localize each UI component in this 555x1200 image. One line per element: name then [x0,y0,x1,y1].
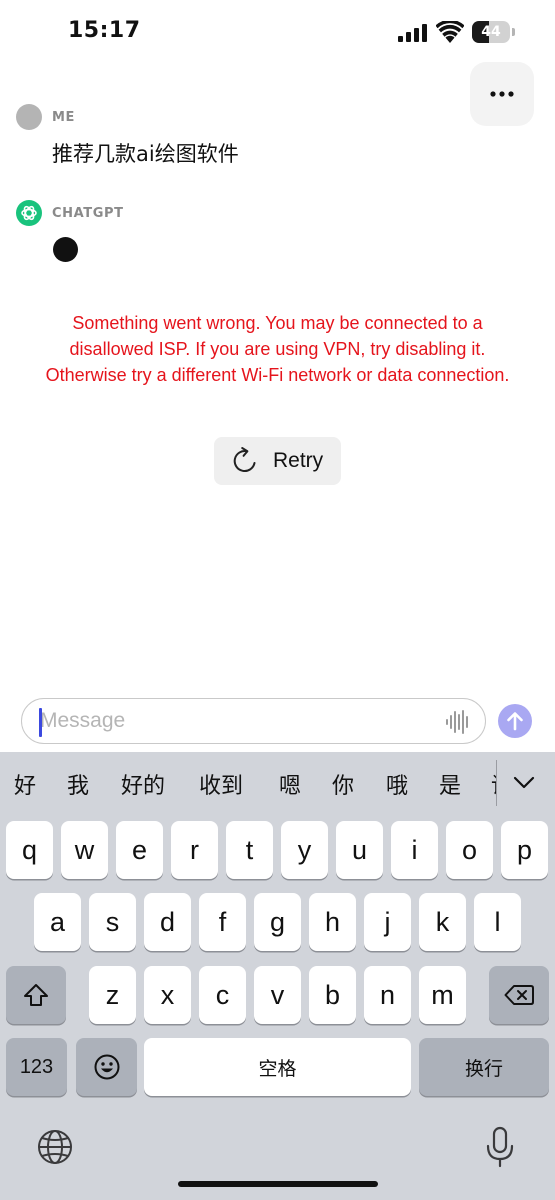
openai-logo-icon [16,200,42,226]
key-i[interactable]: i [391,821,438,879]
key-p[interactable]: p [501,821,548,879]
more-options-button[interactable] [470,62,534,126]
status-bar: 15:17 44 [0,0,555,64]
retry-button[interactable]: Retry [214,437,341,485]
key-o[interactable]: o [446,821,493,879]
candidate-item[interactable]: 你 [332,768,354,800]
key-h[interactable]: h [309,893,356,951]
battery-indicator: 44 [472,21,516,43]
key-l[interactable]: l [474,893,521,951]
user-sender-label: ME [52,110,76,125]
candidate-item[interactable]: 好的 [121,768,165,800]
microphone-icon[interactable] [484,1126,516,1168]
retry-label: Retry [273,449,324,472]
waveform-icon[interactable] [445,709,471,735]
message-composer [21,698,486,744]
user-message-text: 推荐几款ai绘图软件 [52,142,239,166]
key-m[interactable]: m [419,966,466,1024]
key-s[interactable]: s [89,893,136,951]
key-y[interactable]: y [281,821,328,879]
candidate-item[interactable]: 好 [14,768,36,800]
key-v[interactable]: v [254,966,301,1024]
user-avatar [16,104,42,130]
backspace-icon [504,985,534,1005]
space-key[interactable]: 空格 [144,1038,411,1096]
wifi-icon [436,21,464,43]
key-a[interactable]: a [34,893,81,951]
key-k[interactable]: k [419,893,466,951]
candidate-item[interactable]: 我 [67,768,89,800]
candidate-item[interactable]: 是 [439,768,461,800]
status-time: 15:17 [68,18,141,43]
ellipsis-icon [490,91,514,97]
keyboard: 好 我 好的 收到 嗯 你 哦 是 请 q w e r t y u i o p … [0,752,555,1200]
candidate-item[interactable]: 哦 [386,768,408,800]
key-q[interactable]: q [6,821,53,879]
home-indicator [178,1181,378,1187]
key-n[interactable]: n [364,966,411,1024]
key-c[interactable]: c [199,966,246,1024]
arrow-up-icon [507,712,523,731]
assistant-sender-label: CHATGPT [52,206,124,221]
return-key[interactable]: 换行 [419,1038,549,1096]
key-r[interactable]: r [171,821,218,879]
key-e[interactable]: e [116,821,163,879]
key-u[interactable]: u [336,821,383,879]
candidate-item[interactable]: 嗯 [279,768,301,800]
chevron-down-icon[interactable] [512,770,536,794]
typing-indicator [53,237,78,262]
battery-level: 44 [481,24,501,40]
delete-key[interactable] [489,966,549,1024]
send-button[interactable] [498,704,532,738]
key-g[interactable]: g [254,893,301,951]
message-input[interactable] [40,704,440,738]
shift-key[interactable] [6,966,66,1024]
globe-icon[interactable] [36,1128,74,1166]
cellular-signal-icon [398,24,427,42]
emoji-icon [94,1054,119,1080]
refresh-icon [233,447,256,472]
key-w[interactable]: w [61,821,108,879]
numbers-key[interactable]: 123 [6,1038,67,1096]
error-message: Something went wrong. You may be connect… [45,313,510,385]
key-d[interactable]: d [144,893,191,951]
key-j[interactable]: j [364,893,411,951]
key-b[interactable]: b [309,966,356,1024]
candidate-bar: 好 我 好的 收到 嗯 你 哦 是 请 [0,752,555,814]
candidate-item[interactable]: 收到 [199,768,243,800]
emoji-key[interactable] [76,1038,137,1096]
key-t[interactable]: t [226,821,273,879]
shift-icon [24,984,48,1006]
key-x[interactable]: x [144,966,191,1024]
text-cursor [39,708,42,737]
key-z[interactable]: z [89,966,136,1024]
key-f[interactable]: f [199,893,246,951]
